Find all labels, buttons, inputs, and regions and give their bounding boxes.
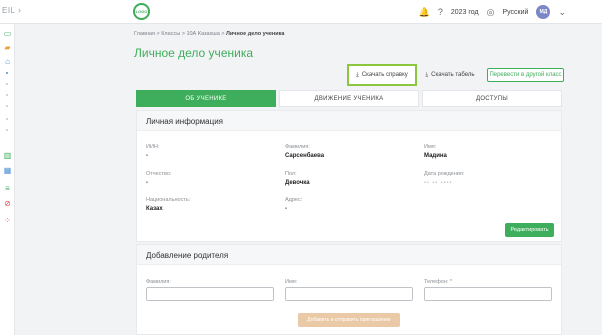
breadcrumb-class[interactable]: 10А Казахша bbox=[186, 31, 219, 37]
surname-value: Сарсенбаева bbox=[285, 153, 325, 159]
transfer-class-button[interactable]: Перевести в другой класс bbox=[487, 68, 564, 82]
parent-phone-label: Телефон: * bbox=[424, 279, 453, 285]
help-icon[interactable]: ? bbox=[438, 7, 443, 17]
list-icon[interactable]: ≡ bbox=[3, 184, 12, 193]
personal-info-card: Личная информация ИИН: - Фамилия: Сарсен… bbox=[136, 110, 562, 242]
parent-surname-input[interactable] bbox=[146, 287, 274, 301]
surname-label: Фамилия: bbox=[285, 144, 310, 150]
globe-icon[interactable]: ◎ bbox=[487, 7, 495, 17]
card-title: Добавление родителя bbox=[146, 251, 229, 260]
download-certificate-button[interactable]: ⤓ Скачать справку bbox=[347, 64, 417, 86]
breadcrumb-current: Личное дело ученика bbox=[226, 31, 285, 37]
monitor-icon[interactable]: ▭ bbox=[3, 29, 12, 38]
tab-about-student[interactable]: ОБ УЧЕНИКЕ bbox=[136, 90, 276, 107]
card-title: Личная информация bbox=[146, 117, 224, 126]
chart-icon[interactable]: ▥ bbox=[3, 151, 12, 160]
bell-icon[interactable]: 🔔 bbox=[419, 7, 430, 17]
iin-value: - bbox=[146, 153, 148, 159]
sidebar-subitem[interactable] bbox=[6, 72, 8, 74]
tab-student-movement[interactable]: ДВИЖЕНИЕ УЧЕНИКА bbox=[279, 90, 419, 107]
top-bar: EIL › LOGO 🔔 ? 2023 год ◎ Русский МД ⌄ bbox=[0, 0, 602, 24]
add-and-invite-button[interactable]: Добавить и отправить приглашение bbox=[298, 313, 400, 327]
address-value: - bbox=[285, 206, 287, 212]
nationality-label: Национальность: bbox=[146, 197, 191, 203]
brand-text[interactable]: EIL bbox=[2, 6, 16, 15]
download-timesheet-button[interactable]: ⤓ Скачать табель bbox=[420, 68, 480, 82]
school-logo[interactable]: LOGO bbox=[133, 3, 150, 20]
sidebar-subitem[interactable] bbox=[6, 129, 8, 131]
sidebar: ▭ ▰ ⌂ ▥ ▦ ≡ ⊘ ⁘ bbox=[0, 24, 15, 335]
chevron-right-icon[interactable]: › bbox=[18, 5, 21, 15]
apps-grid-icon[interactable]: ⁘ bbox=[3, 216, 12, 225]
breadcrumb-home[interactable]: Главная bbox=[134, 31, 155, 37]
parent-phone-input[interactable] bbox=[424, 287, 552, 301]
folder-icon[interactable]: ▰ bbox=[3, 43, 12, 52]
avatar[interactable]: МД bbox=[536, 5, 551, 19]
parent-surname-label: Фамилия: bbox=[146, 279, 171, 285]
name-value: Мадина bbox=[424, 153, 447, 159]
birthdate-label: Дата рождения: bbox=[424, 171, 465, 177]
tab-access[interactable]: ДОСТУПЫ bbox=[422, 90, 562, 107]
name-label: Имя: bbox=[424, 144, 437, 150]
parent-name-label: Имя: bbox=[285, 279, 298, 285]
sidebar-subitem[interactable] bbox=[6, 83, 8, 85]
year-selector[interactable]: 2023 год bbox=[451, 9, 479, 16]
add-parent-card: Добавление родителя Фамилия: Имя: Телефо… bbox=[136, 244, 562, 335]
edit-button[interactable]: Редактировать bbox=[505, 223, 554, 237]
tabs: ОБ УЧЕНИКЕ ДВИЖЕНИЕ УЧЕНИКА ДОСТУПЫ bbox=[136, 90, 562, 107]
chevron-down-icon[interactable]: ⌄ bbox=[558, 7, 566, 17]
gender-label: Пол: bbox=[285, 171, 297, 177]
birthdate-value: •• •• •••• bbox=[424, 180, 453, 186]
nationality-value: Казах bbox=[146, 206, 163, 212]
sidebar-subitem[interactable] bbox=[6, 118, 8, 120]
patronymic-label: Отчество: bbox=[146, 171, 172, 177]
download-icon: ⤓ bbox=[425, 71, 429, 78]
address-label: Адрес: bbox=[285, 197, 303, 203]
language-selector[interactable]: Русский bbox=[502, 9, 528, 16]
iin-label: ИИН: bbox=[146, 144, 160, 150]
breadcrumb: Главная > Классы > 10А Казахша > Личное … bbox=[134, 31, 285, 37]
help-circle-icon[interactable]: ⊘ bbox=[3, 199, 12, 208]
parent-name-input[interactable] bbox=[285, 287, 413, 301]
top-right-controls: 🔔 ? 2023 год ◎ Русский МД ⌄ bbox=[419, 5, 566, 19]
breadcrumb-classes[interactable]: Классы bbox=[161, 31, 180, 37]
table-icon[interactable]: ▦ bbox=[3, 166, 12, 175]
school-icon[interactable]: ⌂ bbox=[3, 57, 12, 66]
download-icon: ⤓ bbox=[356, 71, 359, 78]
page-title: Личное дело ученика bbox=[134, 46, 254, 60]
sidebar-subitem[interactable] bbox=[6, 105, 8, 107]
patronymic-value: - bbox=[146, 180, 148, 186]
sidebar-subitem[interactable] bbox=[6, 94, 8, 96]
gender-value: Девочка bbox=[285, 180, 310, 186]
